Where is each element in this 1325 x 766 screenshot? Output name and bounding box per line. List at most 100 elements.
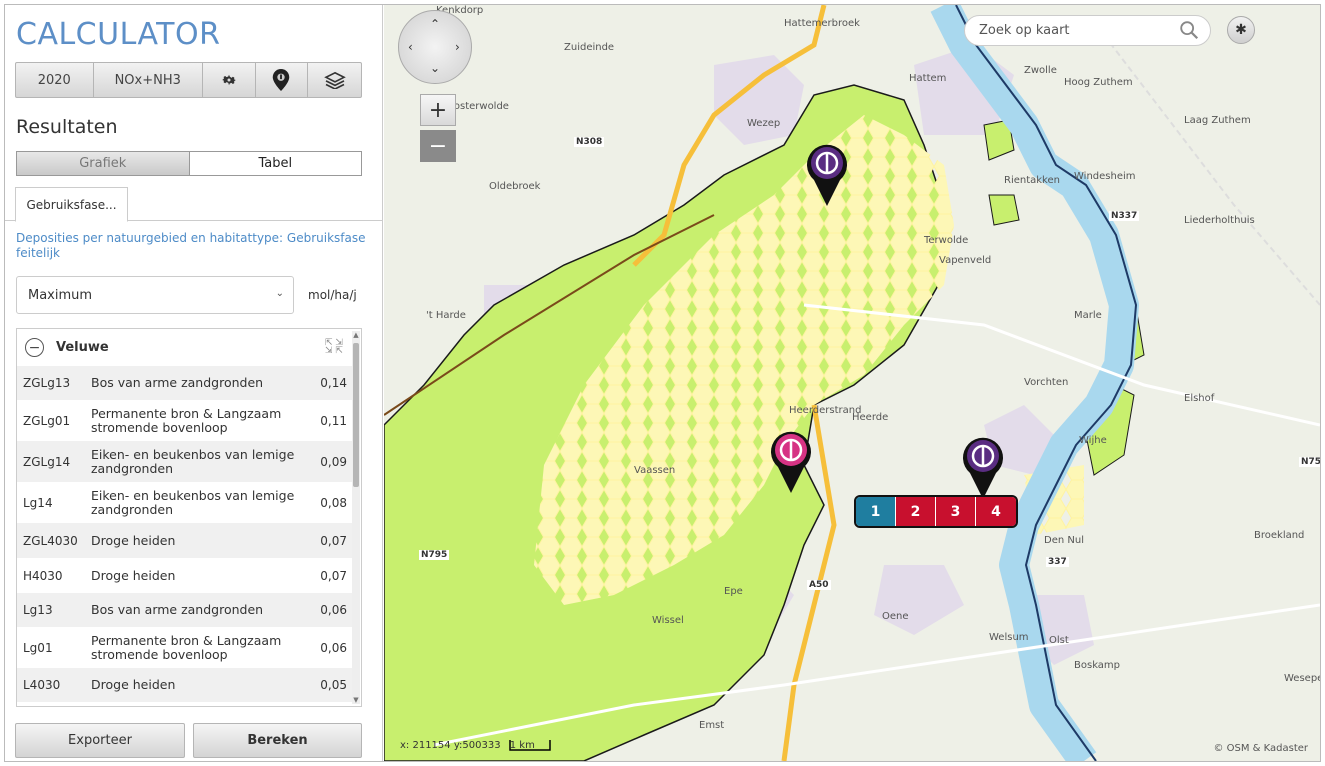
unit-label: mol/ha/j [308,288,357,302]
source-marker-pink[interactable] [768,427,814,495]
habitat-name: Droge heiden [91,532,176,548]
habitat-code: Lg13 [23,603,53,617]
calculate-button[interactable]: Bereken [193,723,362,758]
source-marker-purple[interactable] [804,140,850,208]
habitat-name: Eiken- en beukenbos van lemige zandgrond… [91,487,295,517]
location-button[interactable] [256,63,309,97]
road-label: N308 [574,137,605,147]
tab-gebruiksfase[interactable]: Gebruiksfase... [15,187,128,222]
search-icon[interactable] [1178,19,1200,41]
step-4[interactable]: 4 [976,497,1016,526]
table-row[interactable]: ZGL4030 Droge heiden 0,07 [17,523,353,558]
place-label: Vapenveld [939,255,992,266]
road-label: 337 [1046,557,1069,567]
map-search-placeholder: Zoek op kaart [979,23,1070,38]
tabel-toggle[interactable]: Tabel [189,152,361,175]
habitat-code: H4030 [23,568,63,583]
deposition-value: 0,08 [320,495,347,510]
source-marker-purple-2[interactable] [960,433,1006,501]
zoom-in-button[interactable]: + [420,94,456,126]
deposition-value: 0,06 [320,603,347,617]
view-toggle: Grafiek Tabel [16,151,362,176]
table-row[interactable]: Lg01 Permanente bron & Langzaam stromende… [17,627,353,668]
aggregation-select-value: Maximum [28,287,93,303]
export-button[interactable]: Exporteer [15,723,185,758]
habitat-rows: ZGLg13 Bos van arme zandgronden 0,14 ZGLg01… [17,366,353,702]
place-label: Hattem [909,73,947,84]
road-label: A50 [807,580,831,590]
scroll-up-icon[interactable]: ▲ [352,331,360,339]
table-row[interactable]: L4030 Droge heiden 0,05 [17,668,353,702]
map-attribution: © OSM & Kadaster [1213,743,1308,754]
place-label: Den Nul [1044,535,1084,546]
layers-icon [323,71,346,89]
layers-button[interactable] [308,63,361,97]
settings-button[interactable] [203,63,256,97]
place-label: Marle [1074,310,1102,321]
place-label: Wijhe [1079,435,1107,446]
grafiek-toggle[interactable]: Grafiek [17,152,190,175]
place-label: Zwolle [1024,65,1057,76]
step-3[interactable]: 3 [936,497,976,526]
place-label: Oldebroek [489,181,541,192]
table-row[interactable]: Lg14 Eiken- en beukenbos van lemige zandg… [17,482,353,523]
place-label: Emst [699,720,725,731]
table-row[interactable]: ZGLg14 Eiken- en beukenbos van lemige zan… [17,441,353,482]
pan-up-icon[interactable]: ⌃ [430,17,440,31]
map[interactable]: Kenkdorp Zuideinde Hattemerbroek Hattem Hoog… [384,5,1320,761]
chevron-down-icon: ⌄ [275,288,284,299]
deposition-value: 0,07 [320,568,347,583]
pan-left-icon[interactable]: ‹ [408,40,413,54]
deposition-value: 0,06 [320,640,347,655]
table-row[interactable]: ZGLg13 Bos van arme zandgronden 0,14 [17,366,353,400]
table-row[interactable]: ZGLg01 Permanente bron & Langzaam stromen… [17,400,353,441]
place-label: Oene [882,611,909,622]
deposition-value: 0,05 [320,678,347,692]
year-selector[interactable]: 2020 [16,63,94,97]
place-label: Hattemerbroek [784,18,860,29]
place-label: Wezep [747,118,781,129]
place-label: Olst [1049,635,1069,646]
habitat-name: Permanente bron & Langzaam stromende bov… [91,405,282,435]
pan-control[interactable]: ⌃ ⌄ ‹ › [398,10,472,84]
deposition-value: 0,11 [320,413,347,428]
place-label: Windesheim [1074,171,1136,182]
phase-tabs: Gebruiksfase... [5,187,383,222]
habitat-code: ZGLg14 [23,454,71,469]
scrollbar-thumb[interactable] [353,343,359,487]
area-header[interactable]: − Veluwe ⇱ ⇲ ⇲ ⇱ [17,329,353,366]
place-label: Boskamp [1074,660,1121,671]
coordinate-readout: x: 211154 y:500333 1 km [400,740,535,751]
deposition-value: 0,14 [320,376,347,390]
collapse-icon[interactable]: − [25,338,44,357]
table-row[interactable]: Lg13 Bos van arme zandgronden 0,06 [17,593,353,627]
deposition-value: 0,07 [320,533,347,548]
aggregation-select[interactable]: Maximum ⌄ [16,276,294,314]
pan-down-icon[interactable]: ⌄ [430,61,440,75]
place-label: Broekland [1254,530,1305,541]
map-settings-button[interactable]: ✱ [1227,16,1255,44]
habitat-code: ZGLg01 [23,413,71,428]
place-label: Heerderstrand [789,405,862,416]
step-1[interactable]: 1 [856,497,896,526]
expand-icon[interactable]: ⇱ ⇲ ⇲ ⇱ [325,339,343,356]
road-label: N795 [419,550,450,560]
place-label: Elshof [1184,393,1215,404]
zoom-out-button[interactable]: − [420,130,456,162]
step-2[interactable]: 2 [896,497,936,526]
coordinates: x: 211154 y:500333 [400,740,501,751]
place-label: Zuideinde [564,42,615,53]
table-row[interactable]: H4030 Droge heiden 0,07 [17,558,353,593]
place-label: Vorchten [1024,377,1069,388]
map-search[interactable]: Zoek op kaart [964,15,1211,46]
results-description: Deposities per natuurgebied en habitatty… [16,231,366,260]
scroll-down-icon[interactable]: ▼ [352,696,360,704]
place-label: Welsum [989,632,1029,643]
habitat-name: Droge heiden [91,677,176,692]
results-title: Resultaten [16,116,118,138]
habitat-code: ZGLg13 [23,376,71,390]
substance-selector[interactable]: NOx+NH3 [94,63,203,97]
map-canvas[interactable] [384,5,1320,761]
place-label: Laag Zuthem [1184,115,1251,126]
pan-right-icon[interactable]: › [455,40,460,54]
